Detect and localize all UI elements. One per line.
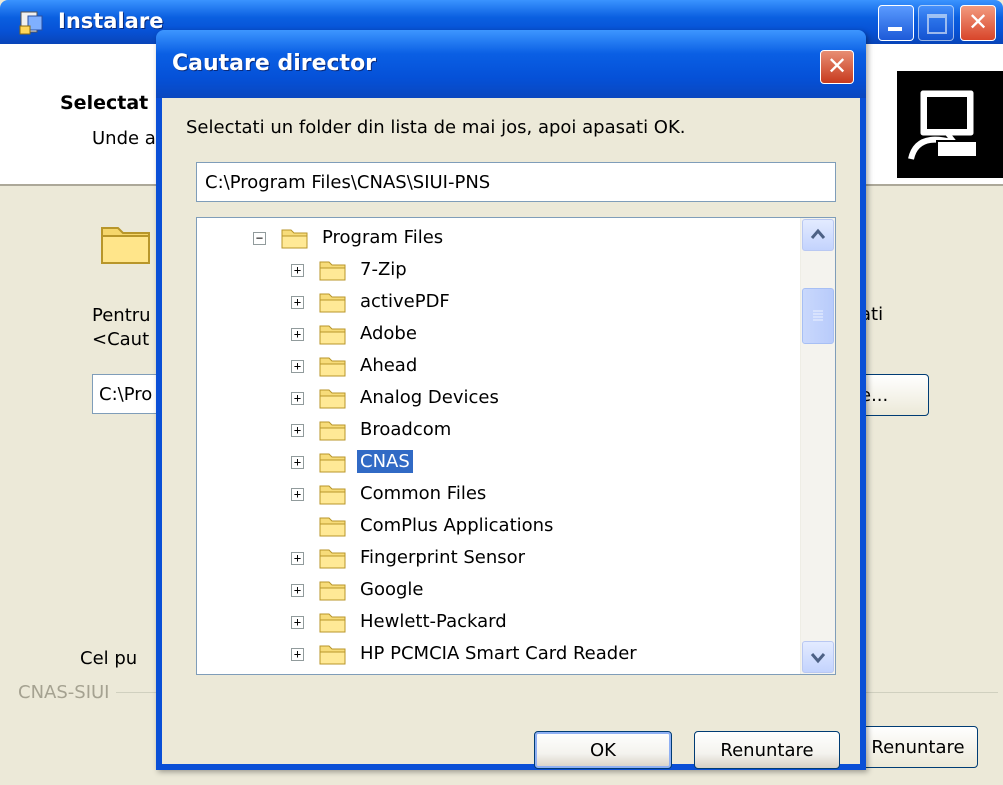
expand-icon[interactable]: + [291,296,304,309]
tree-item-label: activePDF [360,291,450,312]
maximize-icon [927,14,947,34]
tree-item-label: Fingerprint Sensor [360,547,526,568]
folder-icon [319,261,346,281]
collapse-icon[interactable]: − [253,232,266,245]
folder-icon [319,613,346,633]
tree-item-label: Ahead [360,355,418,376]
folder-icon [319,325,346,345]
browse-folder-dialog: Cautare director ✕ Selectati un folder d… [156,30,866,770]
folder-icon [319,293,346,313]
expand-icon[interactable]: + [291,424,304,437]
ok-button[interactable]: OK [534,731,672,769]
installer-header-title: Selectat [60,92,149,114]
folder-icon [319,421,346,441]
grip-icon [813,310,823,321]
installer-cancel-button[interactable]: Renuntare [858,726,978,768]
computer-icon [908,87,978,160]
scroll-up-button[interactable] [802,219,834,251]
tree-item-label: Hewlett-Packard [360,611,507,632]
tree-item-label: HP PCMCIA Smart Card Reader [360,643,637,664]
folder-icon [319,357,346,377]
chevron-down-icon [810,653,826,664]
expand-icon[interactable]: + [291,264,304,277]
installer-app-icon [19,11,43,35]
dialog-close-button[interactable]: ✕ [820,50,854,84]
tree-item-label: Broadcom [360,419,452,440]
expand-icon[interactable]: + [291,360,304,373]
installer-header-subtitle: Unde a [92,128,156,149]
tree-item-label: ComPlus Applications [360,515,554,536]
tree-item-label: Analog Devices [360,387,499,408]
expand-icon[interactable]: + [291,488,304,501]
expand-icon[interactable]: + [291,616,304,629]
minimize-icon [888,27,902,31]
expand-icon[interactable]: + [291,328,304,341]
chevron-up-icon [810,228,826,239]
folder-icon [319,581,346,601]
folder-tree[interactable]: − Program Files +7-Zip + activePDF + Adobe + A… [196,217,836,675]
folder-icon [319,645,346,665]
scroll-down-button[interactable] [802,641,834,673]
dialog-body: Selectati un folder din lista de mai jos… [162,98,860,769]
close-icon: ✕ [826,52,848,80]
expand-icon[interactable]: + [291,456,304,469]
installer-description-line1: Pentru [92,305,151,326]
browse-button[interactable]: e... [855,374,929,416]
tree-item-label: CNAS [357,450,413,473]
folder-icon [319,485,346,505]
expand-icon[interactable]: + [291,648,304,661]
group-label: CNAS-SIUI [18,682,116,703]
installer-logo [897,71,1003,178]
tree-item-label: Google [360,579,424,600]
tree-item-label: Program Files [322,227,444,248]
expand-icon[interactable]: + [291,584,304,597]
tree-item-label: Adobe [360,323,417,344]
expand-icon[interactable]: + [291,552,304,565]
minimize-button[interactable] [878,5,914,41]
folder-icon [319,549,346,569]
folder-path-input[interactable]: C:\Program Files\CNAS\SIUI-PNS [196,162,836,202]
folder-icon [101,227,150,264]
tree-item-label: Common Files [360,483,487,504]
folder-icon [319,453,346,473]
installer-description-line2: <Caut [92,329,150,350]
space-required-label: Cel pu [80,648,138,669]
close-icon: ✕ [967,8,989,36]
cancel-button[interactable]: Renuntare [694,731,840,769]
installer-description: Pentru <Caut [92,304,151,352]
tree-scrollbar[interactable] [800,218,835,674]
maximize-button[interactable] [918,5,954,41]
installer-close-button[interactable]: ✕ [960,5,996,41]
scroll-thumb[interactable] [802,288,834,344]
tree-item-label: 7-Zip [360,259,407,280]
expand-icon[interactable]: + [291,392,304,405]
dialog-titlebar: Cautare director ✕ [156,30,866,98]
dialog-title: Cautare director [172,51,377,76]
folder-icon [319,389,346,409]
folder-open-icon [281,229,308,249]
folder-icon [319,517,346,537]
dialog-instruction: Selectati un folder din lista de mai jos… [186,117,686,138]
installer-title: Instalare [58,9,164,33]
